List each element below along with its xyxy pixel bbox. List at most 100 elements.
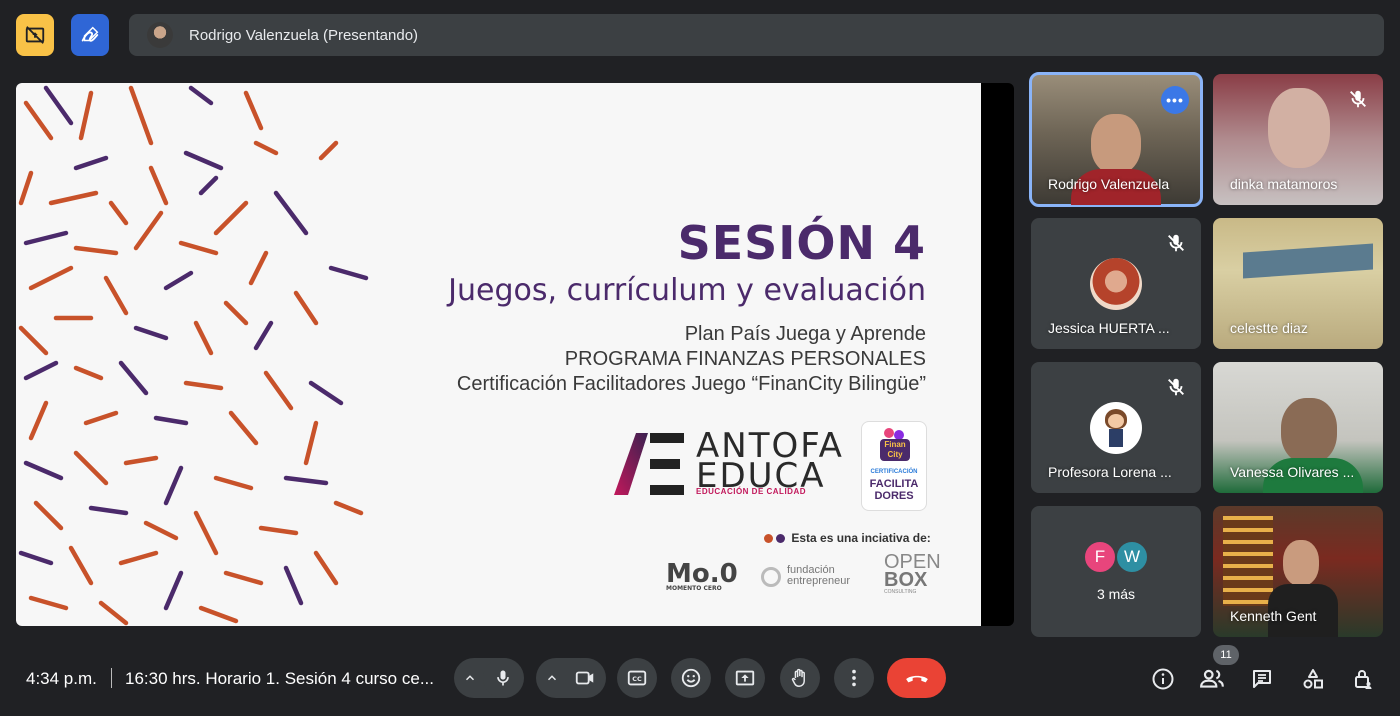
info-icon <box>1152 668 1174 690</box>
mic-off-icon <box>1168 234 1184 252</box>
microphone-icon <box>497 670 509 686</box>
slide-subtitle: Juegos, currículum y evaluación <box>448 273 926 308</box>
chat-button[interactable] <box>1249 666 1275 692</box>
fundacion-entrepreneur-logo: fundación entrepreneur <box>761 565 850 587</box>
meeting-title[interactable]: 16:30 hrs. Horario 1. Sesión 4 curso ce.… <box>125 669 434 689</box>
mic-off-icon <box>1350 90 1366 108</box>
whiteboard-pen-icon <box>81 26 99 42</box>
momento-cero-logo: Mo.0 MOMENTO CERO <box>666 559 738 592</box>
clock: 4:34 p.m. <box>26 669 97 688</box>
participant-video <box>1243 243 1373 279</box>
participant-video <box>1268 88 1330 168</box>
people-icon <box>1200 669 1224 688</box>
antofa-educa-logo-mark <box>614 433 684 495</box>
avatar <box>1090 258 1142 310</box>
top-bar: Rodrigo Valenzuela (Presentando) <box>16 14 1384 58</box>
financity-logo: Finan City <box>880 428 910 464</box>
more-participants-tile[interactable]: F W 3 más <box>1031 506 1201 637</box>
participant-name: dinka matamoros <box>1230 176 1338 192</box>
meeting-details-button[interactable] <box>1150 666 1176 692</box>
partner-3-sub: CONSULTING <box>884 589 917 595</box>
shared-screen[interactable]: SESIÓN 4 Juegos, currículum y evaluación… <box>16 83 1014 626</box>
participant-video <box>1283 540 1319 586</box>
participant-name: celestte diaz <box>1230 320 1308 336</box>
present-to-all-off-icon <box>25 26 45 44</box>
closed-captions-icon: CC <box>627 670 647 686</box>
activities-button[interactable] <box>1300 666 1326 692</box>
badge-name: FACILITA DORES <box>862 478 926 502</box>
purple-dot-icon <box>776 534 785 544</box>
participant-video-background <box>1223 516 1273 606</box>
emoji-icon <box>681 668 701 688</box>
slide-line-3: Certificación Facilitadores Juego “Finan… <box>456 373 926 395</box>
participant-tile[interactable]: Profesora Lorena ... <box>1031 362 1201 493</box>
present-to-all-icon <box>735 670 755 686</box>
raise-hand-icon <box>791 668 805 687</box>
participant-tile[interactable]: dinka matamoros <box>1213 74 1383 205</box>
annotate-button[interactable] <box>71 14 109 56</box>
activities-shapes-icon <box>1303 669 1323 689</box>
participant-name: Kenneth Gent <box>1230 608 1317 624</box>
participant-name: Profesora Lorena ... <box>1048 464 1172 480</box>
more-options-button[interactable] <box>834 658 874 698</box>
slide-line-2: PROGRAMA FINANZAS PERSONALES <box>564 348 926 370</box>
presentation-slide: SESIÓN 4 Juegos, currículum y evaluación… <box>16 83 981 626</box>
more-vert-icon <box>852 669 856 687</box>
logo-tagline: EDUCACIÓN DE CALIDAD <box>696 487 806 496</box>
participant-tile[interactable]: celestte diaz <box>1213 218 1383 349</box>
participant-tile[interactable]: Jessica HUERTA ... <box>1031 218 1201 349</box>
mic-off-icon <box>1168 378 1184 396</box>
slide-title: SESIÓN 4 <box>677 216 926 270</box>
participant-video <box>1091 114 1141 174</box>
participant-tile[interactable]: Kenneth Gent <box>1213 506 1383 637</box>
people-button[interactable] <box>1199 666 1225 692</box>
camera-button[interactable] <box>565 658 605 698</box>
presenter-banner: Rodrigo Valenzuela (Presentando) <box>129 14 1384 56</box>
chevron-up-icon <box>465 675 475 681</box>
call-end-icon <box>905 675 928 683</box>
chevron-up-icon <box>547 675 557 681</box>
facilitadores-badge: Finan City CERTIFICACIÓN FACILITA DORES <box>861 421 927 511</box>
bottom-toolbar: 4:34 p.m. 16:30 hrs. Horario 1. Sesión 4… <box>0 645 1400 716</box>
chat-icon <box>1253 670 1271 688</box>
raise-hand-button[interactable] <box>780 658 820 698</box>
microphone-button[interactable] <box>483 658 523 698</box>
leave-call-button[interactable] <box>887 658 946 698</box>
participant-tile[interactable]: Vanessa Olivares ... <box>1213 362 1383 493</box>
mic-options-button[interactable] <box>455 658 485 698</box>
camera-options-button[interactable] <box>537 658 567 698</box>
badge-cert-text: CERTIFICACIÓN <box>870 469 918 475</box>
slide-line-1: Plan País Juega y Aprende <box>684 323 926 345</box>
participant-tile[interactable]: ••• Rodrigo Valenzuela <box>1029 72 1203 207</box>
participant-name: Rodrigo Valenzuela <box>1048 176 1170 192</box>
reactions-button[interactable] <box>671 658 711 698</box>
avatar: W <box>1115 540 1149 574</box>
svg-text:CC: CC <box>632 675 642 683</box>
host-controls-button[interactable] <box>1350 666 1376 692</box>
stop-presenting-button[interactable] <box>16 14 54 56</box>
more-options-icon[interactable]: ••• <box>1161 86 1189 114</box>
antofa-educa-wordmark: ANTOFA EDUCA <box>696 429 844 493</box>
captions-button[interactable]: CC <box>617 658 657 698</box>
openbox-logo: OPEN BOX CONSULTING <box>884 552 941 595</box>
avatar <box>1090 402 1142 454</box>
participant-count-badge: 11 <box>1213 645 1239 665</box>
badge-name-1: FACILITA <box>869 478 919 490</box>
participant-video <box>1281 398 1337 464</box>
videocam-icon <box>575 671 594 685</box>
initiative-line: Esta es una inciativa de: <box>764 531 931 545</box>
presenter-avatar <box>147 22 173 48</box>
divider <box>111 668 112 688</box>
badge-top-text: Finan City <box>880 439 910 461</box>
partner-3-b: BOX <box>884 569 928 591</box>
initiative-text: Esta es una inciativa de: <box>791 531 931 545</box>
decorative-stripes-pattern <box>18 85 369 626</box>
more-participants-label: 3 más <box>1096 586 1136 602</box>
participant-name: Jessica HUERTA ... <box>1048 320 1170 336</box>
presenter-label: Rodrigo Valenzuela (Presentando) <box>189 26 419 44</box>
red-dot-icon <box>764 534 773 544</box>
avatar: F <box>1083 540 1117 574</box>
fundacion-circle-icon <box>761 567 781 587</box>
present-button[interactable] <box>725 658 765 698</box>
badge-name-2: DORES <box>874 490 914 502</box>
